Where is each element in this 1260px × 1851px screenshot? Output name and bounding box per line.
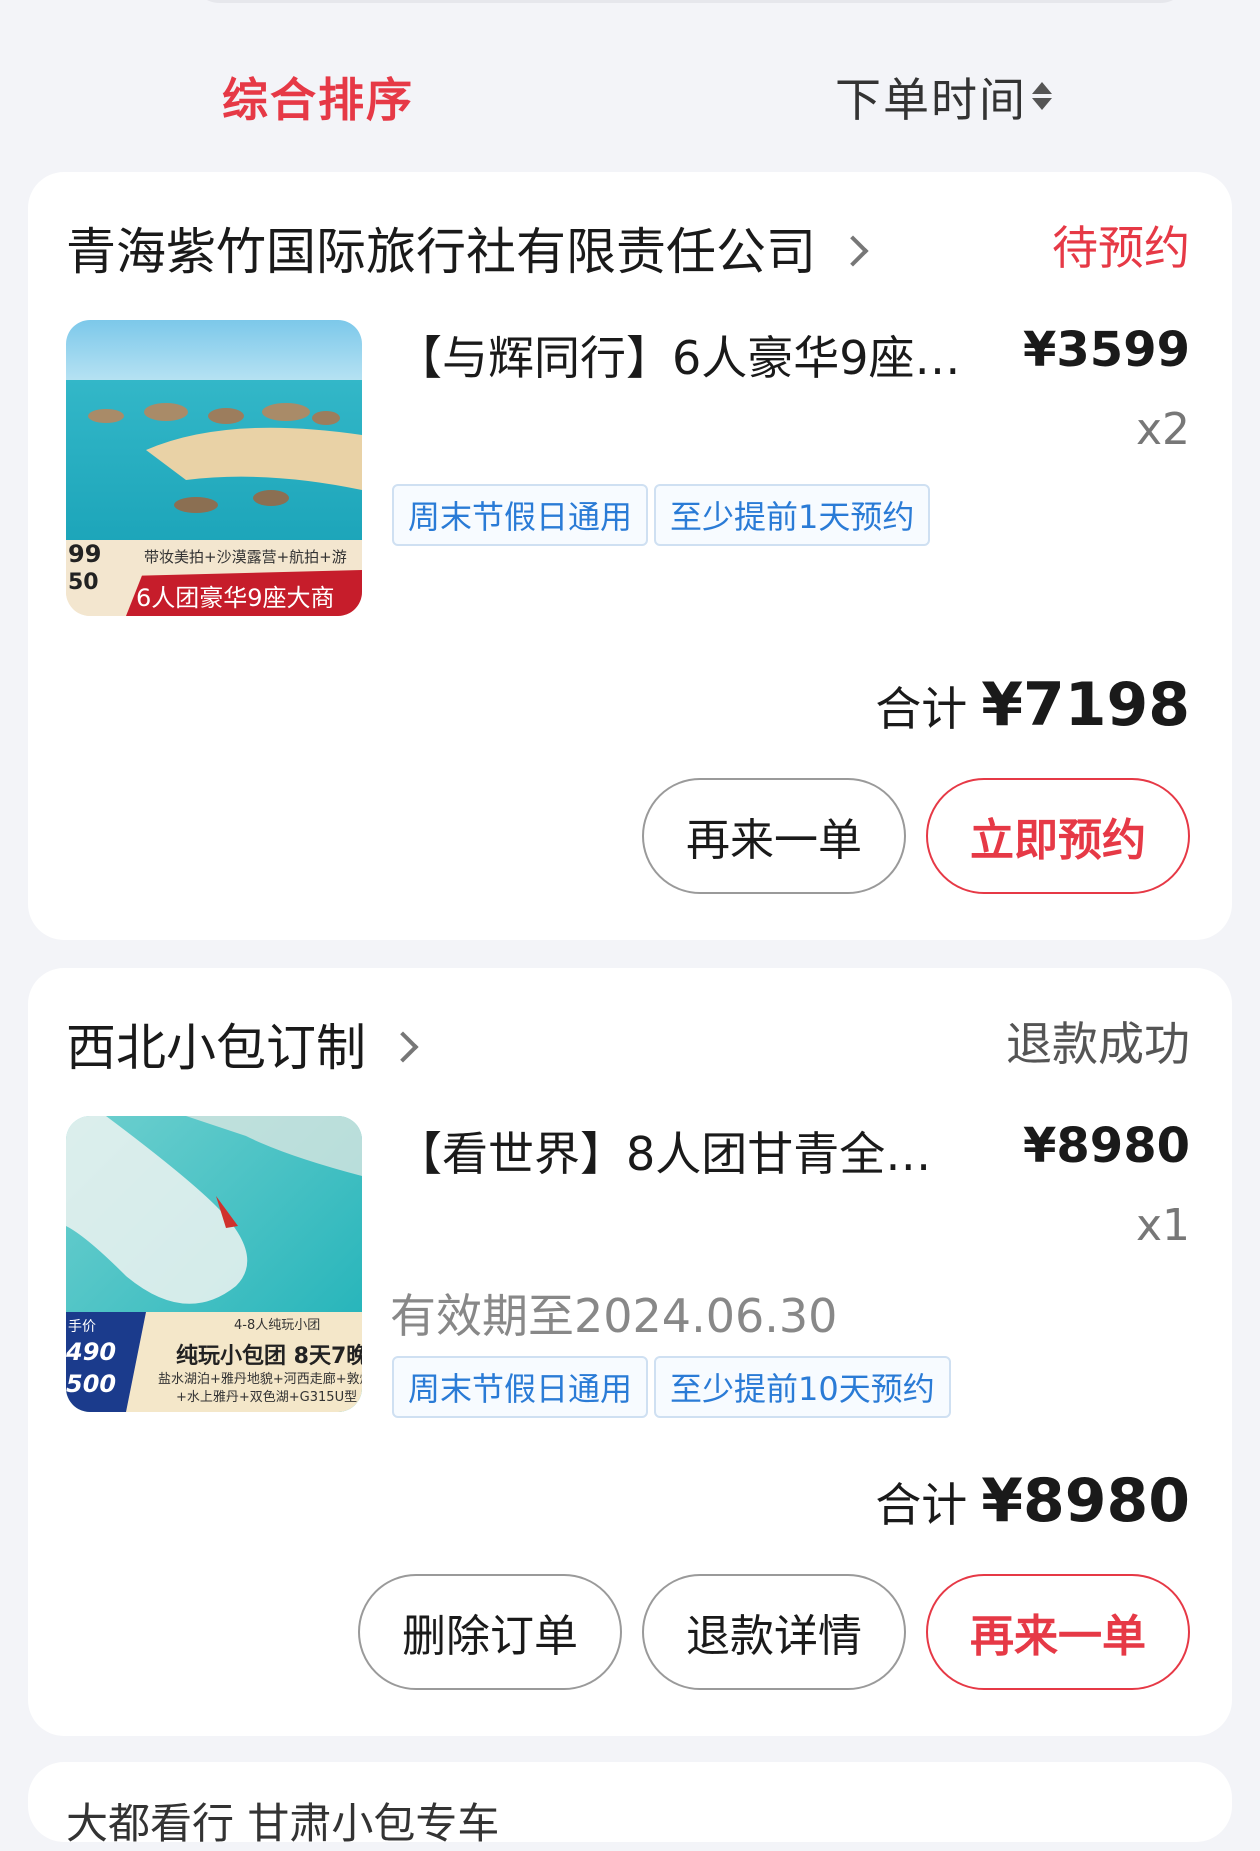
thumb-price-label: 手价 [68, 1319, 96, 1335]
unit-price: ¥3599 [1023, 322, 1190, 378]
quantity: x1 [1135, 1200, 1190, 1251]
tag-holiday: 周末节假日通用 [392, 1356, 649, 1418]
order-actions: 再来一单 立即预约 [642, 778, 1190, 894]
thumb-price-b: 500 [66, 1370, 117, 1398]
merchant-name: 青海紫竹国际旅行社有限责任公司 [66, 223, 816, 281]
order-card: 西北小包订制 退款成功 手价 490 500 4-8人纯玩小团 纯玩小包团 8天… [28, 968, 1232, 1736]
validity-date: 有效期至2024.06.30 [390, 1289, 838, 1343]
merchant-name-link[interactable]: 西北小包订制 [66, 1008, 419, 1080]
thumb-price-a: 490 [66, 1338, 117, 1366]
order-status: 待预约 [1052, 221, 1190, 275]
total-label: 合计 [875, 682, 968, 736]
book-now-button[interactable]: 立即预约 [926, 778, 1190, 894]
order-actions: 删除订单 退款详情 再来一单 [358, 1574, 1190, 1690]
order-total: 合计 ¥7198 [875, 670, 1190, 740]
refund-details-button[interactable]: 退款详情 [642, 1574, 906, 1690]
chevron-right-icon [837, 235, 869, 267]
product-tags: 周末节假日通用 至少提前1天预约 [392, 484, 931, 546]
thumb-price-b: 50 [68, 570, 99, 595]
sort-bar: 综合排序 下单时间 [0, 50, 1260, 140]
merchant-name: 西北小包订制 [66, 1019, 366, 1077]
thumb-caption-top: 带妆美拍+沙漠露营+航拍+游 [144, 548, 347, 566]
thumb-caption-bottom: 纯玩小包团 8天7晚 [176, 1344, 362, 1369]
total-label: 合计 [875, 1478, 968, 1532]
reorder-button[interactable]: 再来一单 [642, 778, 906, 894]
thumb-caption-bottom: 6人团豪华9座大商 [136, 584, 335, 612]
order-total: 合计 ¥8980 [875, 1466, 1190, 1536]
chevron-right-icon [387, 1031, 419, 1063]
sort-toggle-icon[interactable] [1032, 82, 1054, 116]
order-status: 退款成功 [1006, 1017, 1190, 1071]
merchant-name-link[interactable]: 青海紫竹国际旅行社有限责任公司 [66, 212, 869, 284]
order-card: 青海紫竹国际旅行社有限责任公司 待预约 99 50 带妆美拍+沙漠露营+航拍+游… [28, 172, 1232, 940]
thumb-caption-sub: 盐水湖泊+雅丹地貌+河西走廊+敦煌 [158, 1372, 362, 1387]
product-title[interactable]: 【看世界】8人团甘青全… [396, 1118, 956, 1184]
tag-advance-booking: 至少提前1天预约 [654, 484, 931, 546]
product-title[interactable]: 【与辉同行】6人豪华9座… [396, 322, 996, 388]
delete-order-button[interactable]: 删除订单 [358, 1574, 622, 1690]
unit-price: ¥8980 [1023, 1118, 1190, 1174]
reorder-button[interactable]: 再来一单 [926, 1574, 1190, 1690]
tag-holiday: 周末节假日通用 [392, 484, 649, 546]
sort-order-time-tab[interactable]: 下单时间 [835, 64, 1027, 130]
quantity: x2 [1135, 404, 1190, 455]
thumb-caption-sub2: +水上雅丹+双色湖+G315U型 [176, 1390, 358, 1405]
order-card-partial: 大都看行 甘肃小包专车 [28, 1762, 1232, 1848]
product-thumbnail[interactable]: 手价 490 500 4-8人纯玩小团 纯玩小包团 8天7晚 盐水湖泊+雅丹地貌… [66, 1116, 362, 1412]
sort-comprehensive-tab[interactable]: 综合排序 [222, 64, 414, 130]
product-thumbnail[interactable]: 99 50 带妆美拍+沙漠露营+航拍+游 6人团豪华9座大商 [66, 320, 362, 616]
thumb-price-a: 99 [68, 540, 102, 568]
merchant-name[interactable]: 大都看行 甘肃小包专车 [66, 1790, 499, 1851]
product-tags: 周末节假日通用 至少提前10天预约 [392, 1356, 951, 1418]
total-amount: ¥8980 [981, 1466, 1190, 1536]
thumb-caption-top: 4-8人纯玩小团 [234, 1318, 321, 1333]
tag-advance-booking: 至少提前10天预约 [654, 1356, 951, 1418]
total-amount: ¥7198 [981, 670, 1190, 740]
top-search-remnant [190, 0, 1190, 3]
